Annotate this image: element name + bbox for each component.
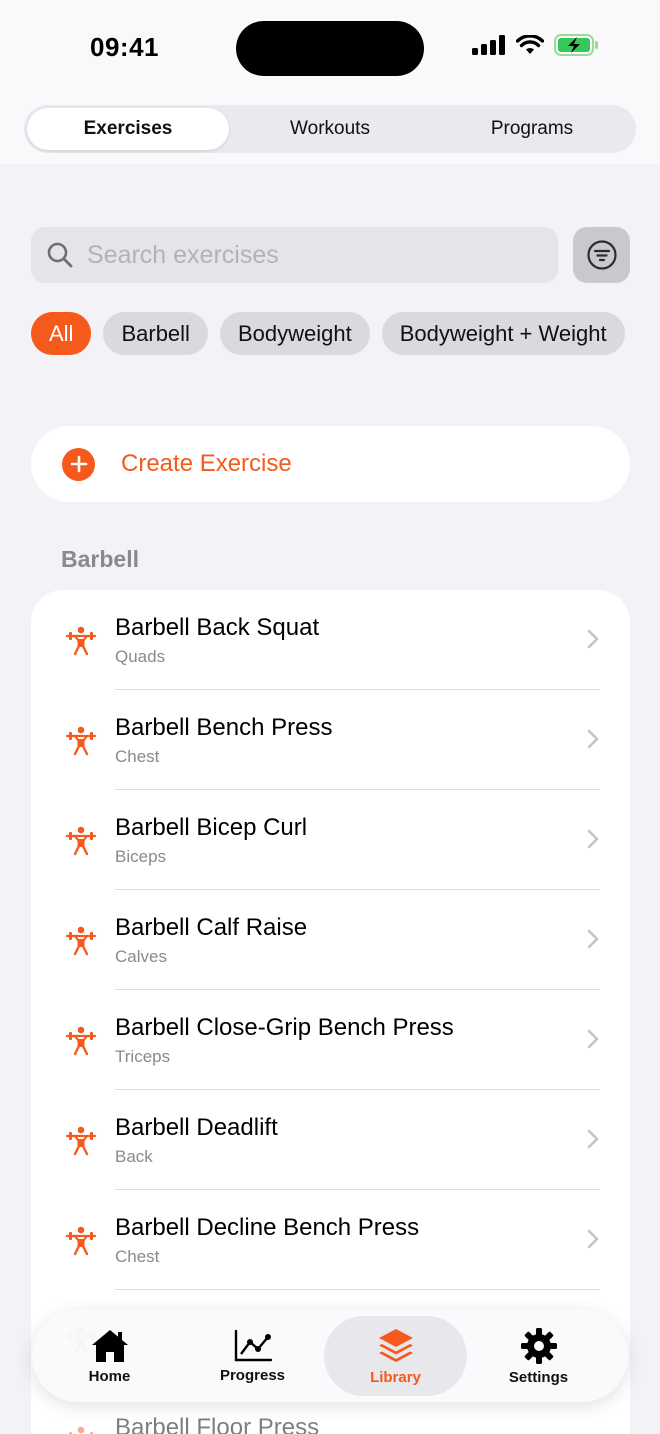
weightlifter-icon <box>69 1426 93 1434</box>
exercise-list: Barbell Back Squat Quads Barbell Bench P… <box>31 590 630 1434</box>
list-item[interactable]: Barbell Decline Bench Press Chest <box>31 1190 630 1290</box>
chip-bodyweight-weight[interactable]: Bodyweight + Weight <box>381 312 625 355</box>
exercise-muscle: Chest <box>115 1247 160 1266</box>
section-header-barbell: Barbell <box>61 546 139 572</box>
weightlifter-icon <box>65 1226 97 1256</box>
weightlifter-icon <box>65 726 97 756</box>
battery-charging-icon <box>554 34 598 56</box>
chevron-right-icon <box>587 1129 599 1149</box>
chart-icon <box>234 1329 272 1361</box>
list-item[interactable]: Barbell Bicep Curl Biceps <box>31 790 630 890</box>
filter-button[interactable] <box>573 227 630 283</box>
tab-settings[interactable]: Settings <box>467 1316 610 1396</box>
create-exercise-button[interactable]: Create Exercise <box>31 426 630 502</box>
filter-chips: All Barbell Bodyweight Bodyweight + Weig… <box>31 312 630 356</box>
exercise-name: Barbell Decline Bench Press <box>115 1214 420 1241</box>
gear-icon <box>520 1327 557 1364</box>
exercise-muscle: Quads <box>115 647 166 666</box>
filter-icon <box>586 240 617 270</box>
search-bar <box>31 227 558 283</box>
exercise-name: Barbell Floor Press <box>115 1414 320 1434</box>
list-item[interactable]: Barbell Back Squat Quads <box>31 590 630 690</box>
segmented-control: Exercises Workouts Programs <box>24 105 636 153</box>
chevron-right-icon <box>587 1029 599 1049</box>
exercise-name: Barbell Deadlift <box>115 1114 278 1141</box>
exercise-muscle: Back <box>115 1147 153 1166</box>
weightlifter-icon <box>65 1026 97 1056</box>
exercise-muscle: Chest <box>115 747 160 766</box>
home-icon <box>91 1329 128 1362</box>
status-time: 09:41 <box>90 32 159 62</box>
search-icon <box>47 242 73 268</box>
chevron-right-icon <box>587 629 599 649</box>
tab-bar: Home Progress Library Settings <box>32 1310 628 1402</box>
exercise-name: Barbell Bicep Curl <box>115 814 308 841</box>
weightlifter-icon <box>65 626 97 656</box>
chevron-right-icon <box>587 729 599 749</box>
exercise-muscle: Biceps <box>115 847 167 866</box>
segment-exercises[interactable]: Exercises <box>27 108 229 150</box>
tab-library[interactable]: Library <box>324 1316 467 1396</box>
search-input[interactable] <box>87 240 527 270</box>
list-item[interactable]: Barbell Calf Raise Calves <box>31 890 630 990</box>
exercise-muscle: Calves <box>115 947 167 966</box>
chip-barbell[interactable]: Barbell <box>103 312 208 355</box>
tab-progress-label: Progress <box>219 1366 286 1384</box>
stack-icon <box>378 1328 413 1362</box>
exercise-name: Barbell Calf Raise <box>115 914 308 941</box>
segment-programs[interactable]: Programs <box>431 108 633 150</box>
exercise-name: Barbell Bench Press <box>115 714 333 741</box>
weightlifter-icon <box>65 926 97 956</box>
plus-circle-icon <box>62 447 95 481</box>
dynamic-island <box>236 21 424 76</box>
list-item[interactable]: Barbell Bench Press Chest <box>31 690 630 790</box>
chevron-right-icon <box>587 829 599 849</box>
create-exercise-label: Create Exercise <box>121 450 292 477</box>
tab-home[interactable]: Home <box>38 1316 181 1396</box>
chevron-right-icon <box>587 929 599 949</box>
tab-library-label: Library <box>370 1368 421 1386</box>
tab-settings-label: Settings <box>508 1368 569 1386</box>
segment-workouts[interactable]: Workouts <box>229 108 431 150</box>
weightlifter-icon <box>65 826 97 856</box>
tab-home-label: Home <box>88 1367 131 1385</box>
weightlifter-icon <box>65 1126 97 1156</box>
list-item[interactable]: Barbell Deadlift Back <box>31 1090 630 1190</box>
wifi-icon <box>516 35 544 54</box>
exercise-name: Barbell Back Squat <box>115 614 320 641</box>
status-icons <box>472 34 600 56</box>
chip-all[interactable]: All <box>31 312 92 355</box>
signal-icon <box>472 35 505 55</box>
list-item[interactable]: Barbell Close-Grip Bench Press Triceps <box>31 990 630 1090</box>
chip-bodyweight[interactable]: Bodyweight <box>219 312 370 355</box>
chevron-right-icon <box>587 1229 599 1249</box>
exercise-muscle: Triceps <box>115 1047 171 1066</box>
tab-progress[interactable]: Progress <box>181 1316 324 1396</box>
exercise-name: Barbell Close-Grip Bench Press <box>115 1014 454 1041</box>
